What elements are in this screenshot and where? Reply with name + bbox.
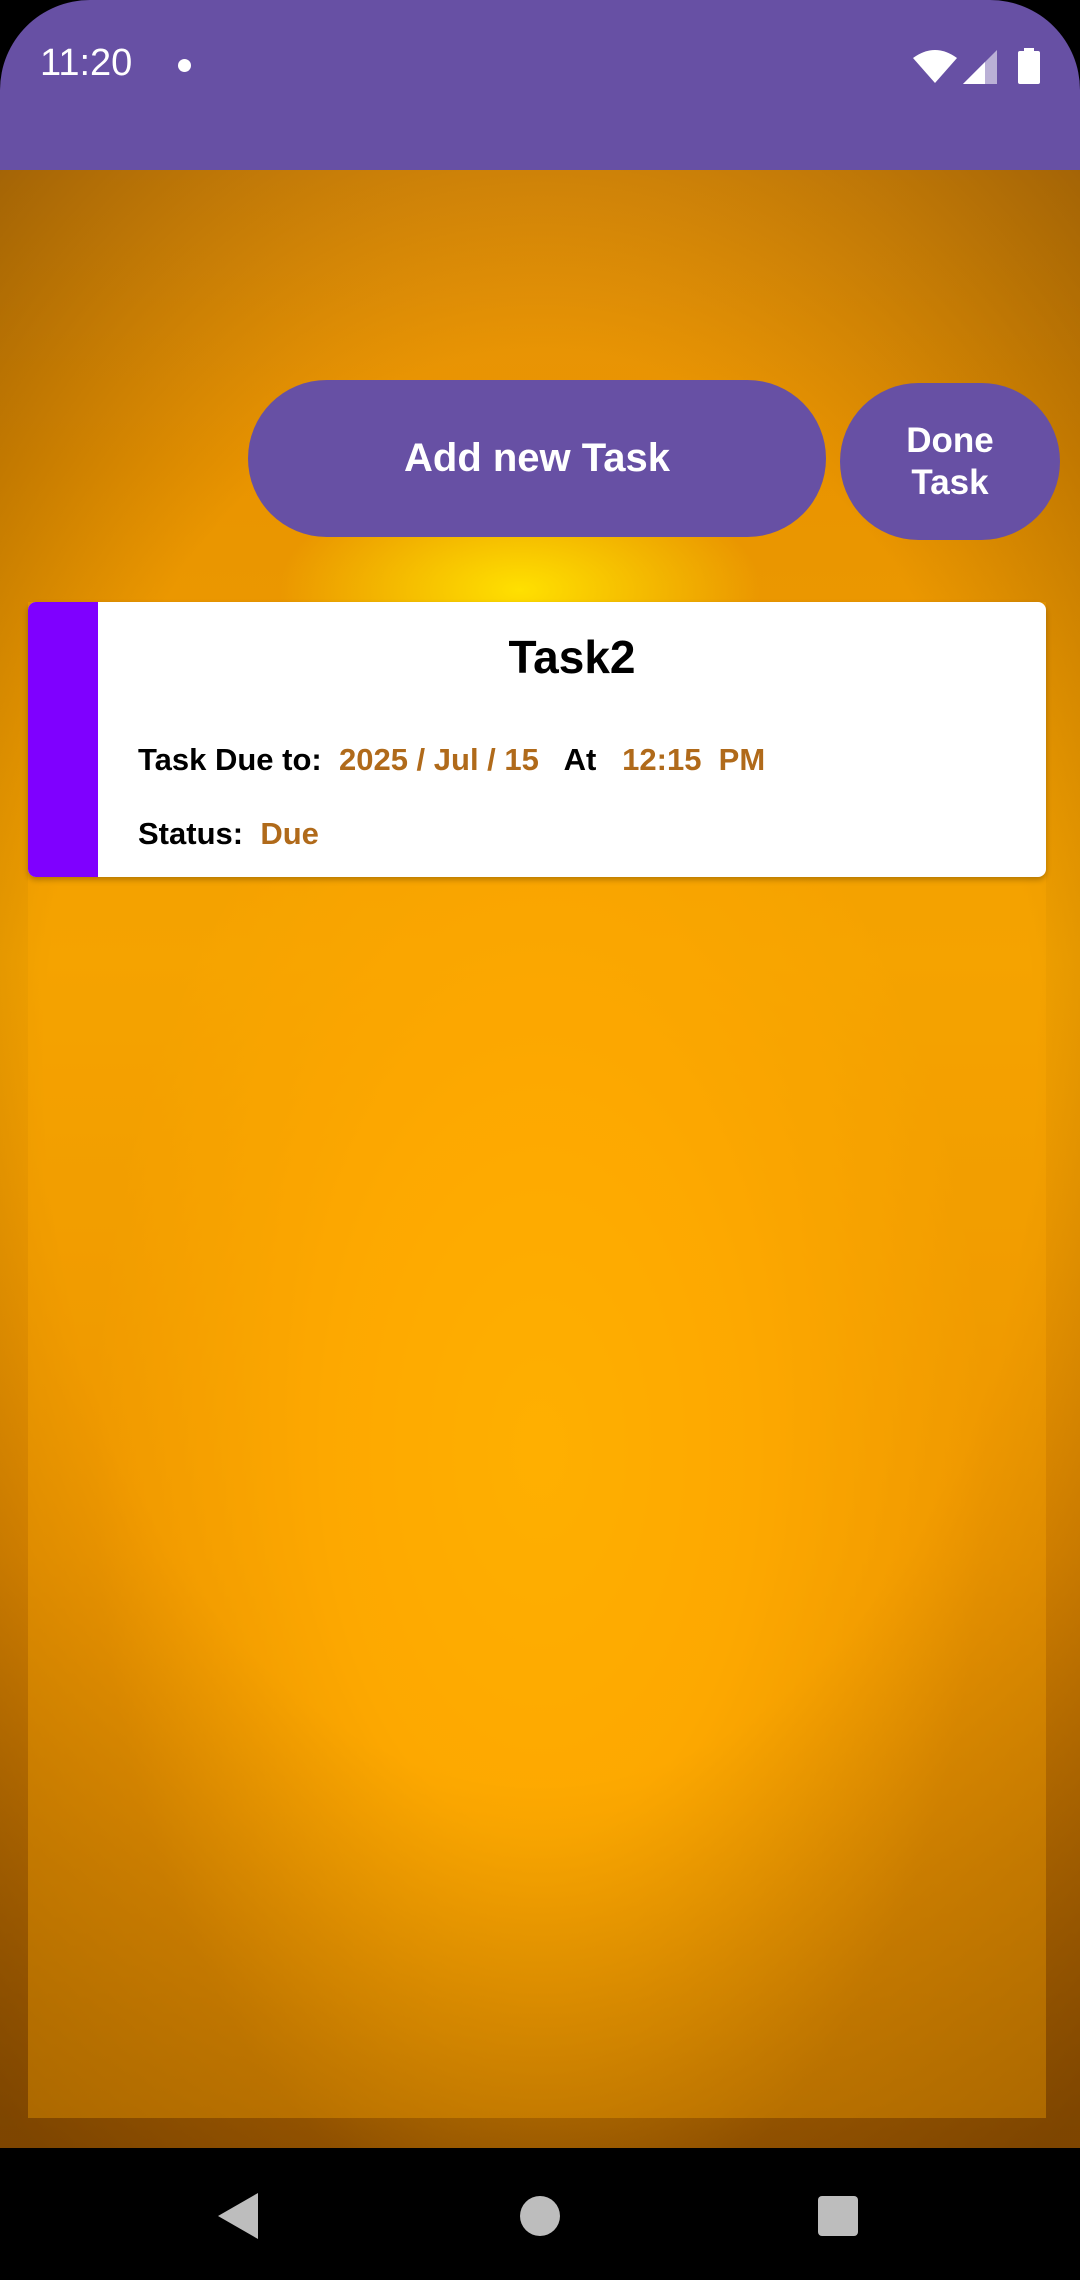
recents-icon[interactable] — [818, 2196, 858, 2236]
task-status-row: Status: Due — [138, 816, 319, 852]
battery-icon — [1018, 48, 1040, 84]
back-icon[interactable] — [218, 2193, 260, 2239]
add-new-task-button[interactable]: Add new Task — [248, 380, 826, 537]
task-card[interactable]: Task2 Task Due to: 2025 / Jul / 15 At 12… — [28, 602, 1046, 877]
notification-dot-icon — [178, 59, 191, 72]
done-task-button[interactable]: Done Task — [840, 383, 1060, 540]
status-bar: 11:20 — [0, 0, 1080, 170]
navigation-bar — [0, 2148, 1080, 2280]
status-label: Status: — [138, 816, 244, 851]
due-time: 12:15 PM — [622, 742, 766, 777]
signal-icon — [963, 50, 997, 84]
status-time: 11:20 — [40, 42, 133, 84]
phone-screen: 11:20 Add new Task Done Task Task2 Task … — [0, 0, 1080, 2280]
task-color-bar — [28, 602, 98, 877]
wifi-icon — [913, 50, 957, 83]
status-value: Due — [260, 816, 319, 851]
main-content: Add new Task Done Task Task2 Task Due to… — [0, 170, 1080, 2148]
at-label: At — [563, 742, 597, 777]
home-icon[interactable] — [520, 2196, 560, 2236]
due-label: Task Due to: — [138, 742, 322, 777]
task-due-row: Task Due to: 2025 / Jul / 15 At 12:15 PM — [138, 742, 765, 778]
task-title: Task2 — [508, 631, 636, 683]
due-date: 2025 / Jul / 15 — [338, 742, 539, 777]
